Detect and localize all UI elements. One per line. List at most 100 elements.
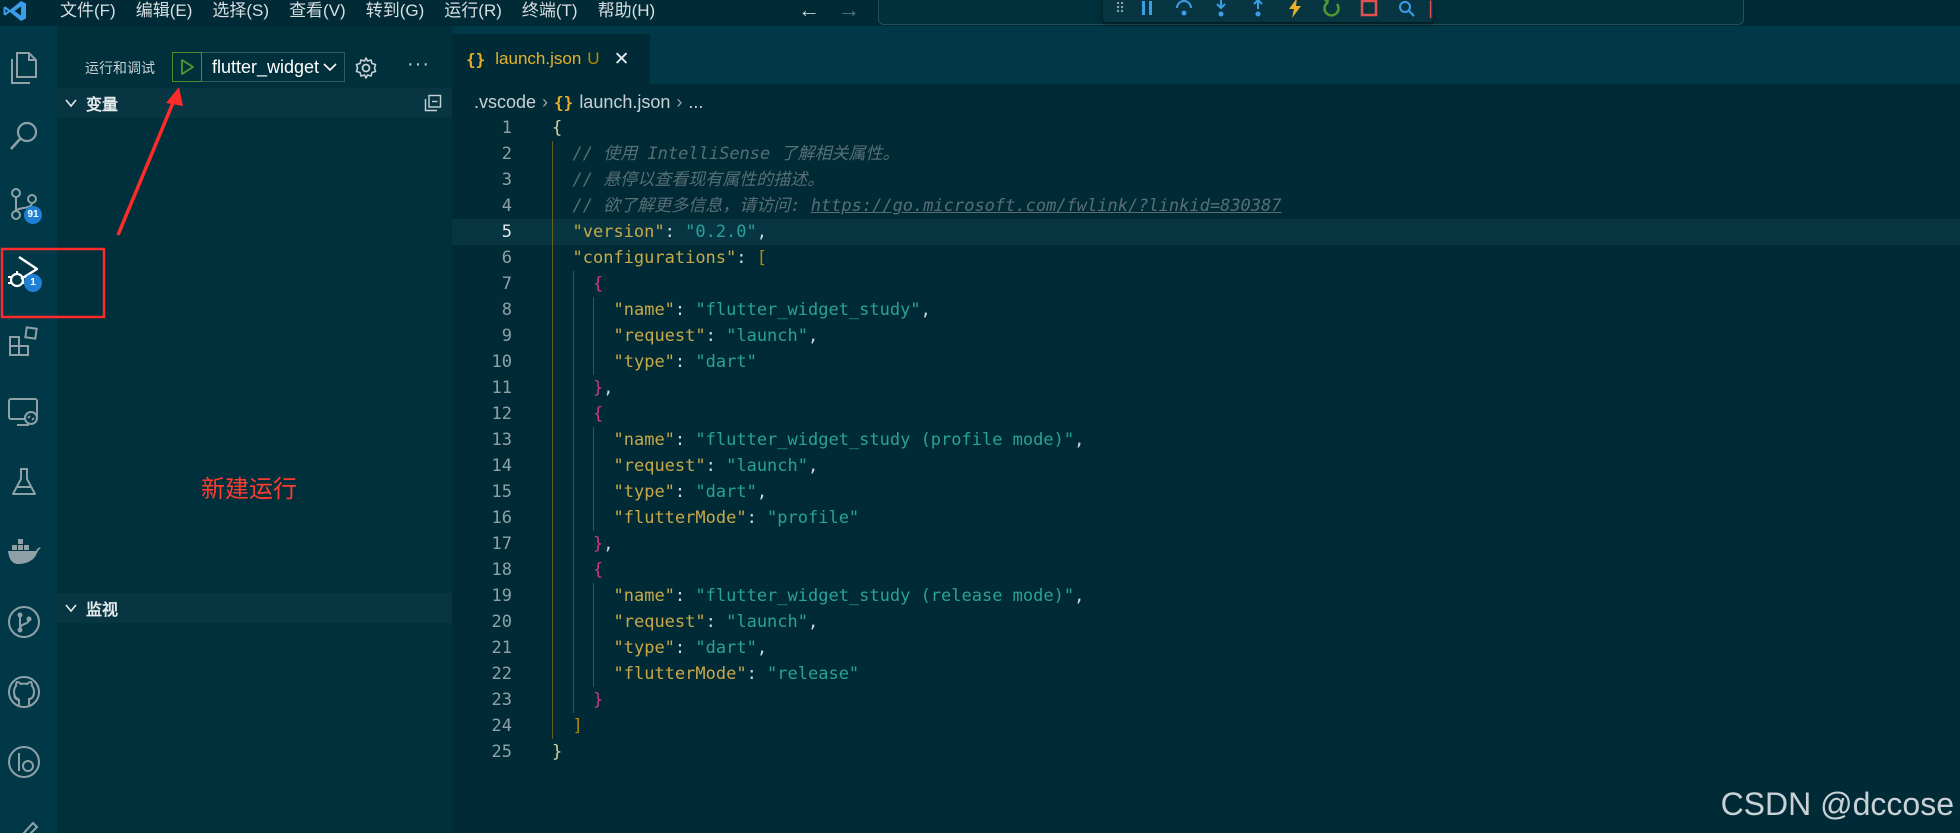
indent-guide (593, 427, 594, 453)
git-graph-icon[interactable] (4, 602, 44, 642)
code-line[interactable]: 6 "configurations": [ (452, 245, 1960, 271)
code-line[interactable]: 11}, (452, 375, 1960, 401)
code-line[interactable]: 10 "type": "dart" (452, 349, 1960, 375)
tab-launch-json[interactable]: {} launch.json U ✕ (452, 34, 650, 84)
variables-section-header[interactable]: 变量 (57, 88, 452, 118)
menu-file[interactable]: 文件(F) (50, 0, 126, 22)
indent-guide (572, 271, 574, 297)
step-out-icon[interactable] (1243, 0, 1272, 20)
code-line[interactable]: 12 { (452, 401, 1960, 427)
pause-icon[interactable] (1132, 0, 1161, 20)
code-line[interactable]: 18 { (452, 557, 1960, 583)
indent-guide (593, 349, 594, 375)
testing-icon[interactable] (4, 462, 44, 502)
line-text: }, (593, 375, 614, 401)
json-file-icon: {} (554, 92, 574, 112)
gitlens-icon[interactable] (4, 742, 44, 782)
code-token: } (593, 534, 604, 554)
code-line[interactable]: 8 "name": "flutter_widget_study", (452, 297, 1960, 323)
start-debugging-button[interactable] (172, 52, 202, 82)
watch-section-header[interactable]: 监视 (57, 593, 452, 623)
line-text: "request": "launch", (614, 609, 819, 635)
breadcrumb-file[interactable]: launch.json (579, 92, 670, 113)
github-icon[interactable] (4, 672, 44, 712)
close-icon[interactable]: ✕ (614, 48, 630, 71)
menu-help[interactable]: 帮助(H) (588, 0, 666, 22)
back-arrow-icon[interactable]: ← (798, 0, 820, 21)
explorer-icon[interactable] (4, 48, 44, 88)
code-line[interactable]: 21 "type": "dart", (452, 635, 1960, 661)
code-token: "dart" (695, 482, 757, 502)
code-token: "type" (613, 482, 675, 502)
indent-guide (593, 479, 594, 505)
restart-icon[interactable] (1317, 0, 1346, 20)
collapse-all-icon[interactable] (424, 94, 442, 112)
search-icon[interactable] (4, 116, 44, 156)
line-number: 22 (491, 664, 512, 684)
code-token: "configurations" (572, 248, 737, 268)
menu-run[interactable]: 运行(R) (434, 0, 512, 22)
code-line[interactable]: 23} (452, 687, 1960, 713)
code-line[interactable]: 24] (452, 713, 1960, 739)
code-token: "launch" (726, 612, 808, 632)
line-text: { (552, 115, 562, 141)
code-line[interactable]: 7{ (452, 271, 1960, 297)
indent-guide (593, 583, 594, 609)
code-token: , (603, 378, 614, 398)
code-line[interactable]: 16 "flutterMode": "profile" (452, 505, 1960, 531)
code-token: : (674, 638, 696, 658)
code-line[interactable]: 25} (452, 739, 1960, 765)
code-line[interactable]: 22 "flutterMode": "release" (452, 661, 1960, 687)
code-line[interactable]: 14 "request": "launch", (452, 453, 1960, 479)
code-line[interactable]: 5 "version": "0.2.0", (452, 219, 1960, 245)
menu-edit[interactable]: 编辑(E) (126, 0, 203, 22)
code-line[interactable]: 3 // 悬停以查看现有属性的描述。 (452, 167, 1960, 193)
code-token: : (705, 326, 727, 346)
menu-terminal[interactable]: 终端(T) (512, 0, 588, 22)
code-line[interactable]: 15 "type": "dart", (452, 479, 1960, 505)
code-token: : (705, 456, 727, 476)
indent-guide (552, 245, 553, 271)
indent-guide (552, 401, 553, 427)
pen-icon[interactable] (4, 812, 44, 833)
menu-go[interactable]: 转到(G) (356, 0, 435, 22)
line-number: 24 (491, 716, 512, 736)
menu-selection[interactable]: 选择(S) (202, 0, 279, 22)
extensions-icon[interactable] (4, 322, 44, 362)
run-debug-icon[interactable]: 1 (4, 252, 44, 292)
remote-explorer-icon[interactable] (4, 392, 44, 432)
more-actions-icon[interactable]: ··· (407, 53, 430, 76)
code-line[interactable]: 19 "name": "flutter_widget_study (release… (452, 583, 1960, 609)
drag-handle-icon[interactable]: ⠿ (1115, 0, 1125, 17)
stop-icon[interactable] (1354, 0, 1383, 20)
code-token: "name" (613, 300, 675, 320)
step-over-icon[interactable] (1169, 0, 1198, 20)
forward-arrow-icon[interactable]: → (838, 0, 860, 21)
menu-bar: 文件(F) 编辑(E) 选择(S) 查看(V) 转到(G) 运行(R) 终端(T… (50, 0, 665, 22)
code-line[interactable]: 17}, (452, 531, 1960, 557)
hot-reload-icon[interactable] (1280, 0, 1309, 20)
code-token: // 使用 IntelliSense 了解相关属性。 (572, 144, 900, 164)
code-token: ] (572, 716, 583, 736)
menu-view[interactable]: 查看(V) (279, 0, 356, 22)
docker-icon[interactable] (4, 532, 44, 572)
code-line[interactable]: 9 "request": "launch", (452, 323, 1960, 349)
code-line[interactable]: 20 "request": "launch", (452, 609, 1960, 635)
code-line[interactable]: 4 // 欲了解更多信息，请访问: https://go.microsoft.co… (452, 193, 1960, 219)
line-number: 15 (491, 482, 512, 502)
code-editor[interactable]: 1{2// 使用 IntelliSense 了解相关属性。 3// 悬停以查看现有… (452, 115, 1960, 765)
code-token: : (705, 612, 727, 632)
line-text: "flutterMode": "release" (614, 661, 860, 687)
source-control-icon[interactable]: 91 (4, 184, 44, 224)
launch-config-select[interactable]: flutter_widget (202, 52, 345, 82)
code-token: [ (756, 248, 767, 268)
line-text: "type": "dart", (614, 479, 768, 505)
code-line[interactable]: 1{ (452, 115, 1960, 141)
breadcrumb-symbol[interactable]: ... (688, 92, 703, 113)
step-into-icon[interactable] (1206, 0, 1235, 20)
breadcrumb-folder[interactable]: .vscode (474, 92, 536, 113)
code-line[interactable]: 2 // 使用 IntelliSense 了解相关属性。 (452, 141, 1960, 167)
gear-icon[interactable] (354, 56, 378, 80)
inspect-widget-icon[interactable] (1391, 0, 1420, 20)
code-line[interactable]: 13 "name": "flutter_widget_study (profile… (452, 427, 1960, 453)
